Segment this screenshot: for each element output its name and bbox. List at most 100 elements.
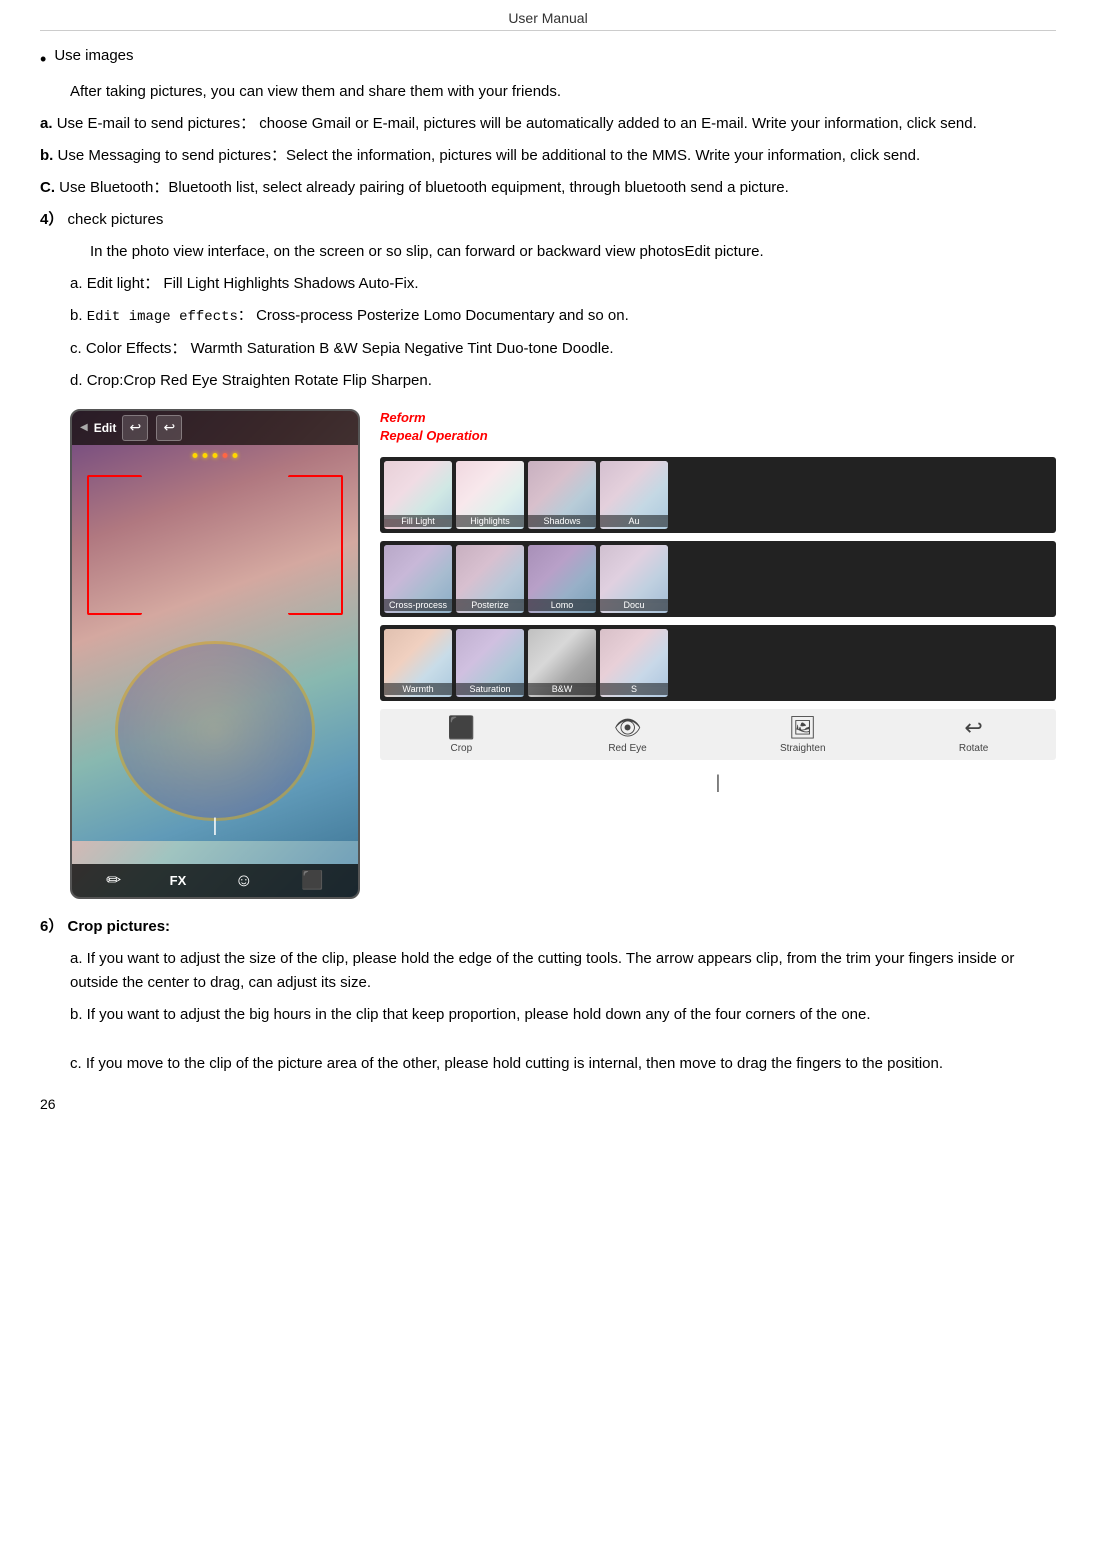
para8-b: Cross-process Posterize Lomo Documentary… [256, 307, 629, 324]
para10-a: Crop:Crop [87, 372, 156, 389]
para10-label: d. [70, 372, 83, 389]
phone-top-bar: ◀ Edit ↩ ↩ [72, 411, 358, 445]
filter-crossprocess-label: Cross-process [384, 599, 452, 611]
filter-crossprocess[interactable]: Cross-process [384, 545, 452, 613]
para2-text: Use E-mail to send pictures： choose Gmai… [57, 115, 977, 132]
para2-block: a. Use E-mail to send pictures： choose G… [40, 112, 1056, 136]
header: User Manual [40, 10, 1056, 31]
phone-carousel-image: | [72, 445, 358, 841]
edit-pencil-icon[interactable]: ✏ [106, 870, 121, 891]
filter-docu[interactable]: Docu [600, 545, 668, 613]
para9-a: Color Effects： [86, 340, 187, 357]
tool-red-eye[interactable]: 👁 Red Eye [608, 715, 646, 754]
straighten-label: Straighten [780, 743, 826, 754]
para8-label: b. [70, 307, 83, 324]
bullet-use-images: • Use images [40, 47, 1056, 72]
tool-straighten[interactable]: 🖼 Straighten [780, 715, 826, 754]
filter-s[interactable]: S [600, 629, 668, 697]
filter-warmth-label: Warmth [384, 683, 452, 695]
para6: In the photo view interface, on the scre… [90, 240, 1056, 264]
fx-label[interactable]: FX [170, 873, 187, 888]
para7-a: Edit light： [87, 275, 160, 292]
para7-b: Fill Light Highlights Shadows Auto-Fix. [163, 275, 418, 292]
filter-highlights-label: Highlights [456, 515, 524, 527]
right-panel: Reform Repeal Operation Fill Light Highl… [380, 409, 1056, 797]
para9-b: Warmth Saturation B &W Sepia Negative Ti… [191, 340, 614, 357]
filter-row-3: Warmth Saturation B&W S [380, 625, 1056, 701]
phone-screen: ◀ Edit ↩ ↩ [72, 411, 358, 897]
filter-autofix-label: Au [600, 515, 668, 527]
square-icon[interactable]: ⬛ [301, 870, 323, 891]
tool-crop[interactable]: ⬛ Crop [448, 715, 475, 754]
filter-s-label: S [600, 683, 668, 695]
para4-label: C. [40, 179, 55, 196]
undo-icon[interactable]: ↩ [122, 415, 148, 441]
filter-docu-label: Docu [600, 599, 668, 611]
filter-fill-light-label: Fill Light [384, 515, 452, 527]
crop-icon: ⬛ [448, 715, 475, 741]
para7-block: a. Edit light： Fill Light Highlights Sha… [70, 272, 1056, 296]
filter-row-1: Fill Light Highlights Shadows Au [380, 457, 1056, 533]
filter-row-2: Cross-process Posterize Lomo Docu [380, 541, 1056, 617]
para10-block: d. Crop:Crop Red Eye Straighten Rotate F… [70, 369, 1056, 393]
annotation-repeal: Repeal Operation [380, 427, 1056, 445]
para-crop-c: c. If you move to the clip of the pictur… [70, 1052, 1056, 1076]
filter-lomo[interactable]: Lomo [528, 545, 596, 613]
edit-icon-bar: ↩ ↩ [122, 415, 182, 441]
para2-label: a. [40, 115, 53, 132]
para4-text: Use Bluetooth：Bluetooth list, select alr… [59, 179, 789, 196]
filter-saturation[interactable]: Saturation [456, 629, 524, 697]
para-crop-b: b. If you want to adjust the big hours i… [70, 1003, 1056, 1027]
filter-shadows-label: Shadows [528, 515, 596, 527]
filter-autofix[interactable]: Au [600, 461, 668, 529]
filter-fill-light[interactable]: Fill Light [384, 461, 452, 529]
image-composite: ◀ Edit ↩ ↩ [70, 409, 1056, 899]
para3-block: b. Use Messaging to send pictures：Select… [40, 144, 1056, 168]
para9-label: c. [70, 340, 82, 357]
bullet-dot: • [40, 47, 46, 72]
para4-block: C. Use Bluetooth：Bluetooth list, select … [40, 176, 1056, 200]
para3-text: Use Messaging to send pictures：Select th… [58, 147, 921, 164]
filter-posterize[interactable]: Posterize [456, 545, 524, 613]
use-images-label: Use images [54, 47, 133, 64]
annotation-labels: Reform Repeal Operation [380, 409, 1056, 445]
para5-text: check pictures [68, 211, 164, 228]
vertical-bar-indicator: | [380, 772, 1056, 793]
para-crop-label: 6） [40, 918, 63, 935]
redo-icon[interactable]: ↩ [156, 415, 182, 441]
red-eye-icon: 👁 [614, 715, 642, 741]
para-crop-a: a. If you want to adjust the size of the… [70, 947, 1056, 995]
tool-row: ⬛ Crop 👁 Red Eye 🖼 Straighten ↩ Rotate [380, 709, 1056, 760]
phone-bottom-bar: ✏ FX ☺ ⬛ [72, 864, 358, 897]
rotate-icon: ↩ [964, 715, 982, 741]
filter-lomo-label: Lomo [528, 599, 596, 611]
filter-warmth[interactable]: Warmth [384, 629, 452, 697]
face-icon[interactable]: ☺ [235, 870, 253, 891]
para8-a: Edit image effects： [87, 309, 252, 325]
para8-block: b. Edit image effects： Cross-process Pos… [70, 304, 1056, 328]
filter-bw[interactable]: B&W [528, 629, 596, 697]
para10-b: Red Eye Straighten Rotate Flip Sharpen. [160, 372, 432, 389]
tool-rotate[interactable]: ↩ Rotate [959, 715, 988, 754]
header-title: User Manual [40, 10, 1056, 31]
filter-posterize-label: Posterize [456, 599, 524, 611]
para9-block: c. Color Effects： Warmth Saturation B &W… [70, 337, 1056, 361]
para1: After taking pictures, you can view them… [70, 80, 1056, 104]
crop-label: Crop [451, 743, 473, 754]
para7-label: a. [70, 275, 83, 292]
phone-mockup: ◀ Edit ↩ ↩ [70, 409, 360, 899]
filter-highlights[interactable]: Highlights [456, 461, 524, 529]
para-crop-block: 6） Crop pictures: [40, 915, 1056, 939]
para-crop-text: Crop pictures: [68, 918, 171, 935]
straighten-icon: 🖼 [789, 715, 817, 741]
filter-bw-label: B&W [528, 683, 596, 695]
filter-saturation-label: Saturation [456, 683, 524, 695]
annotation-reform: Reform [380, 409, 1056, 427]
red-eye-label: Red Eye [608, 743, 646, 754]
rotate-label: Rotate [959, 743, 988, 754]
filter-shadows[interactable]: Shadows [528, 461, 596, 529]
para3-label: b. [40, 147, 53, 164]
para5-block: 4） check pictures [40, 208, 1056, 232]
page-number: 26 [40, 1096, 1056, 1112]
para5-label: 4） [40, 211, 63, 228]
